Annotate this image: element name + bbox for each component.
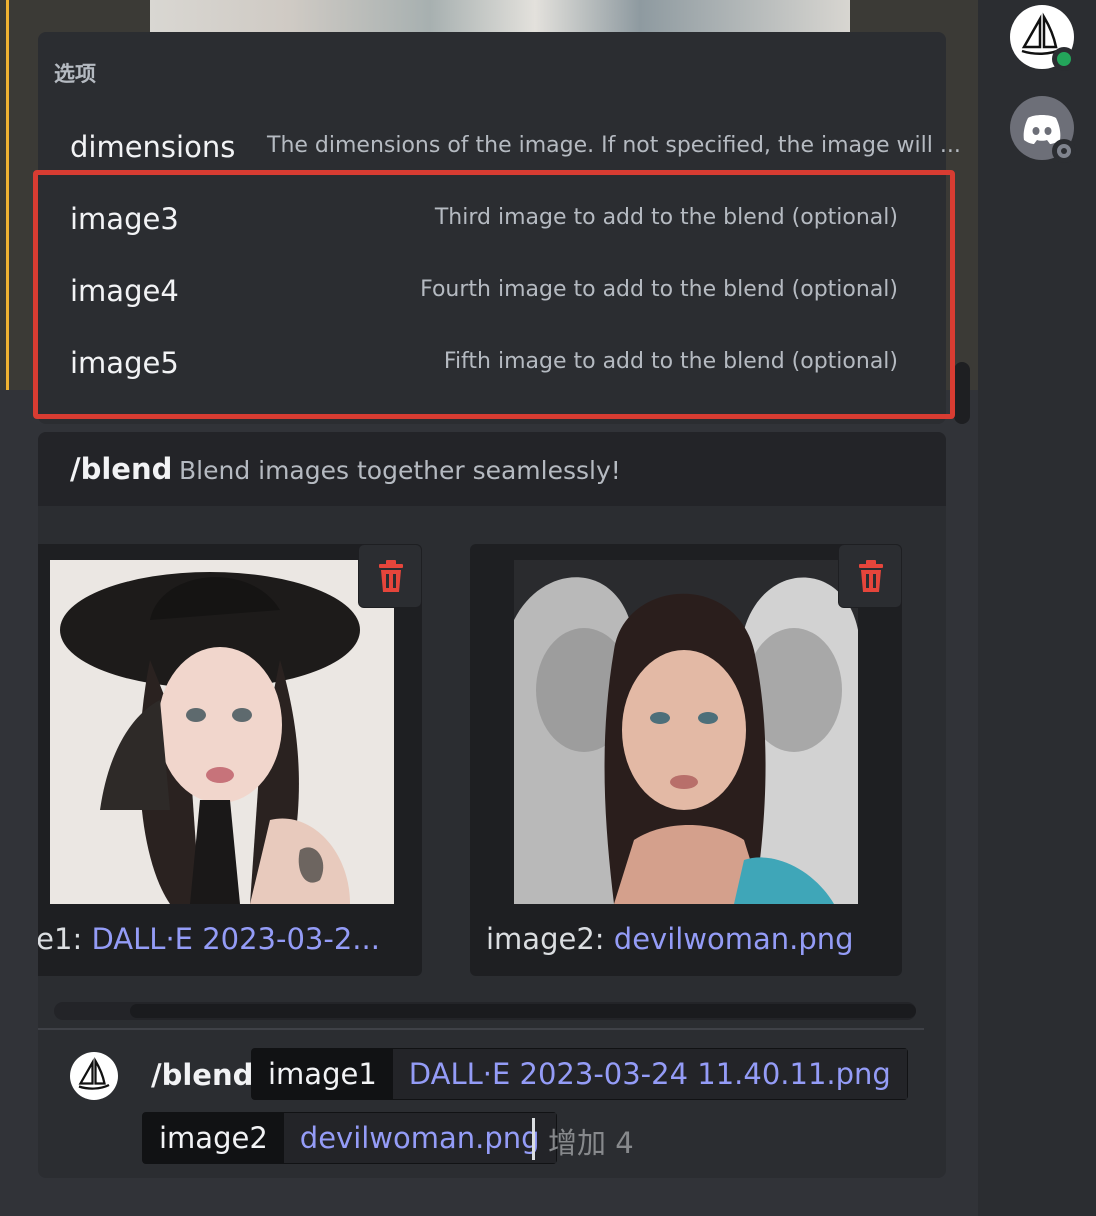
option-name: image3 bbox=[70, 202, 179, 236]
attachment-param-label: age1: bbox=[38, 922, 83, 956]
delete-attachment-button[interactable] bbox=[358, 544, 422, 608]
online-status-icon bbox=[1052, 47, 1076, 71]
command-description: Blend images together seamlessly! bbox=[179, 456, 621, 485]
param-value: devilwoman.png bbox=[283, 1113, 556, 1163]
option-name: dimensions bbox=[70, 130, 236, 164]
offline-status-icon bbox=[1052, 139, 1076, 163]
chat-scrollbar[interactable] bbox=[954, 362, 970, 424]
attachment-filename: image2: devilwoman.png bbox=[486, 922, 854, 956]
slash-command-label: /blend bbox=[151, 1058, 254, 1092]
param-key: image1 bbox=[252, 1049, 393, 1099]
attachment-file-link[interactable]: DALL·E 2023-03-2... bbox=[91, 922, 379, 956]
option-image5[interactable]: image5 Fifth image to add to the blend (… bbox=[38, 334, 946, 394]
attachment-file-link[interactable]: devilwoman.png bbox=[614, 922, 854, 956]
portrait-image bbox=[50, 560, 394, 904]
trash-icon bbox=[859, 560, 883, 592]
command-header: /blend Blend images together seamlessly! bbox=[38, 432, 946, 506]
portrait-image bbox=[514, 560, 858, 904]
option-description: Fifth image to add to the blend (optiona… bbox=[443, 349, 898, 374]
command-name: /blend bbox=[70, 452, 173, 486]
param-value: DALL·E 2023-03-24 11.40.11.png bbox=[392, 1049, 907, 1099]
option-image3[interactable]: image3 Third image to add to the blend (… bbox=[38, 190, 946, 250]
param-key: image2 bbox=[143, 1113, 284, 1163]
trash-icon bbox=[379, 560, 403, 592]
delete-attachment-button[interactable] bbox=[838, 544, 902, 608]
options-heading: 选项 bbox=[54, 62, 96, 86]
attachment-param-label: image2: bbox=[486, 922, 614, 956]
image-preview[interactable] bbox=[514, 560, 858, 904]
attachment-card-image2: image2: devilwoman.png bbox=[470, 544, 902, 976]
attachments-scrollbar[interactable] bbox=[54, 1002, 916, 1020]
option-description: The dimensions of the image. If not spec… bbox=[267, 133, 961, 158]
text-cursor bbox=[532, 1118, 535, 1160]
param-pill-image2[interactable]: image2 devilwoman.png bbox=[142, 1112, 557, 1164]
option-description: Fourth image to add to the blend (option… bbox=[420, 277, 898, 302]
sailboat-icon bbox=[78, 1056, 110, 1090]
divider bbox=[38, 1028, 924, 1030]
option-dimensions[interactable]: dimensions The dimensions of the image. … bbox=[38, 118, 961, 178]
midjourney-command-avatar bbox=[70, 1052, 118, 1100]
attachment-card-image1: age1: DALL·E 2023-03-2... bbox=[38, 544, 422, 976]
option-name: image5 bbox=[70, 346, 179, 380]
scrollbar-thumb[interactable] bbox=[130, 1004, 916, 1018]
option-description: Third image to add to the blend (optiona… bbox=[434, 205, 898, 230]
mention-highlight-bar bbox=[6, 0, 9, 390]
member-list bbox=[978, 0, 1096, 1216]
embedded-image bbox=[150, 0, 850, 34]
blend-command-panel: /blend Blend images together seamlessly! bbox=[38, 432, 946, 1178]
param-pill-image1[interactable]: image1 DALL·E 2023-03-24 11.40.11.png bbox=[251, 1048, 908, 1100]
attachment-filename: age1: DALL·E 2023-03-2... bbox=[38, 922, 380, 956]
image-preview[interactable] bbox=[50, 560, 394, 904]
option-image4[interactable]: image4 Fourth image to add to the blend … bbox=[38, 262, 946, 322]
option-name: image4 bbox=[70, 274, 179, 308]
more-options-hint[interactable]: 增加 4 bbox=[548, 1120, 634, 1162]
